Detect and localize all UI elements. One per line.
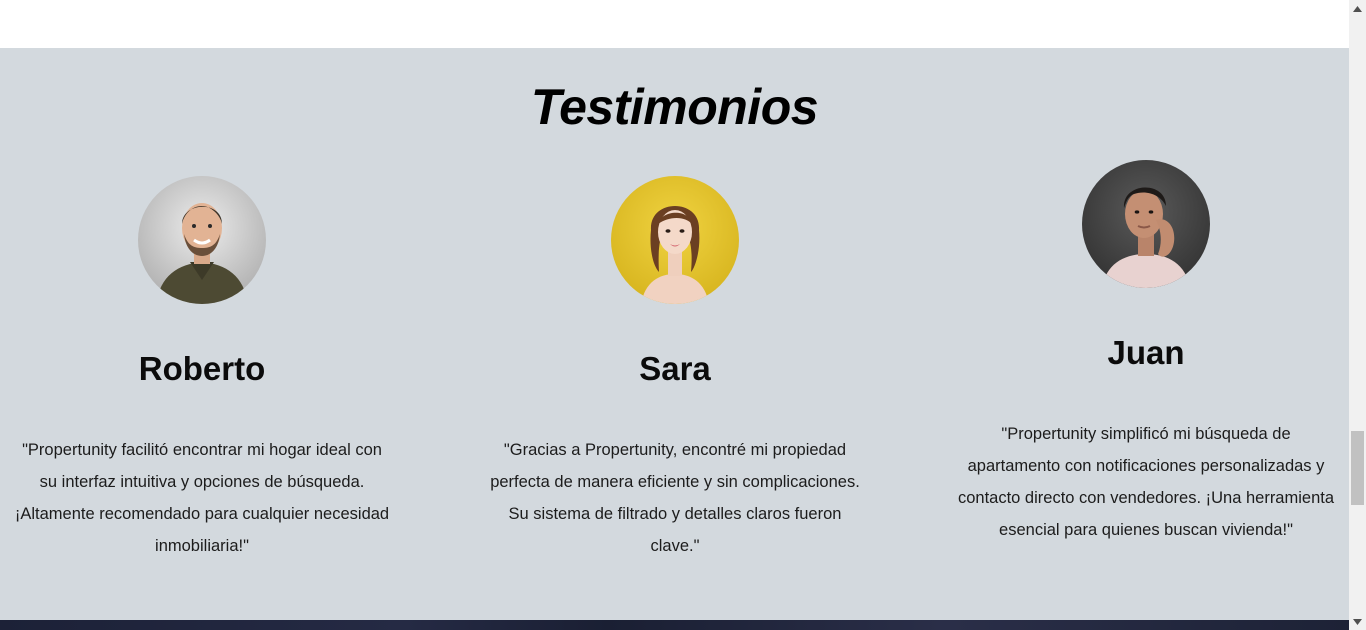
avatar-roberto bbox=[138, 176, 266, 304]
vertical-scrollbar[interactable] bbox=[1349, 0, 1366, 630]
scrollbar-thumb[interactable] bbox=[1351, 431, 1364, 505]
testimonial-name: Roberto bbox=[138, 350, 266, 387]
testimonial-quote: "Gracias a Propertunity, encontré mi pro… bbox=[490, 441, 860, 555]
next-section-banner bbox=[0, 620, 1349, 630]
page: Testimonios Roberto "Propertunity facili… bbox=[0, 0, 1349, 630]
testimonials-section: Testimonios Roberto "Propertunity facili… bbox=[0, 48, 1349, 620]
testimonial-name: Sara bbox=[639, 350, 711, 387]
testimonial-quote: "Propertunity facilitó encontrar mi hoga… bbox=[14, 441, 390, 555]
avatar-roberto-image bbox=[138, 176, 266, 304]
scroll-down-arrow-icon[interactable] bbox=[1349, 613, 1366, 630]
avatar-juan bbox=[1082, 160, 1210, 288]
section-title: Testimonios bbox=[530, 79, 819, 135]
testimonial-quote: "Propertunity simplificó mi búsqueda de … bbox=[957, 425, 1335, 539]
testimonial-name: Juan bbox=[1107, 334, 1185, 371]
avatar-sara-image bbox=[611, 176, 739, 304]
avatar-juan-image bbox=[1082, 160, 1210, 288]
scroll-up-arrow-icon[interactable] bbox=[1349, 0, 1366, 17]
previous-section bbox=[0, 0, 1349, 48]
avatar-sara bbox=[611, 176, 739, 304]
